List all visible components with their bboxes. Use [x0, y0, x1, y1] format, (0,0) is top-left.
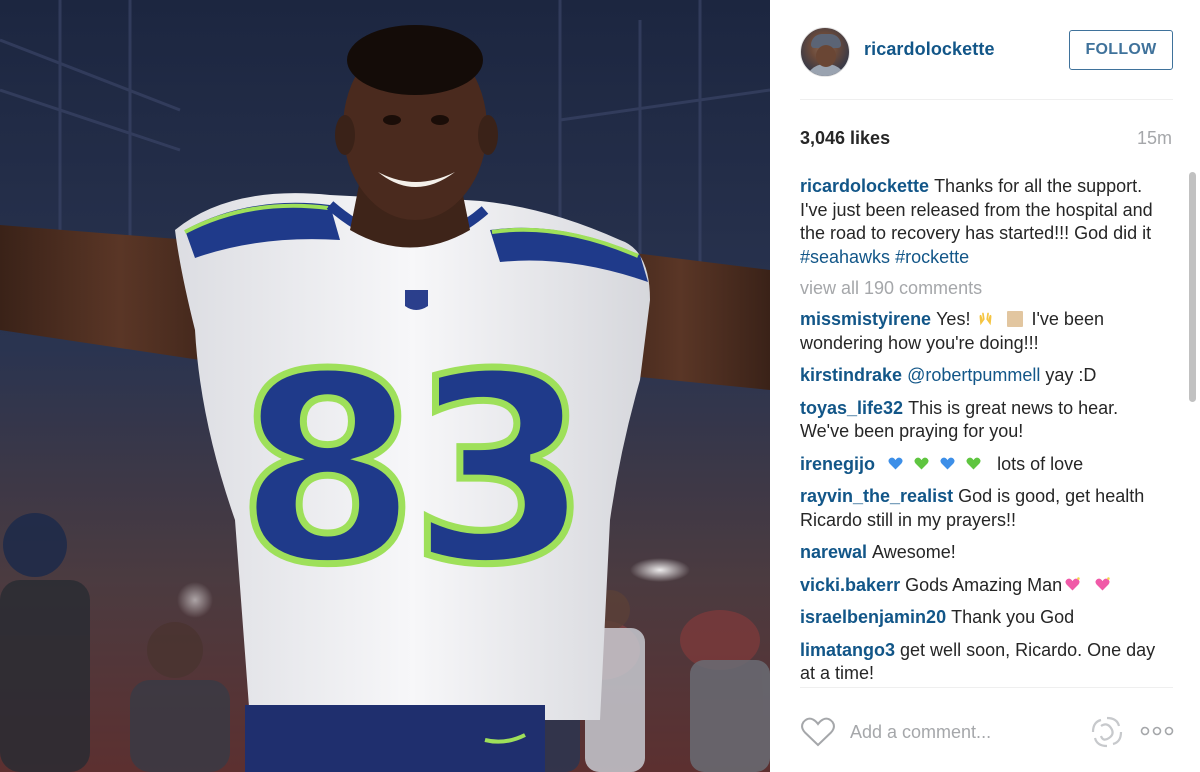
- post-detail-panel: ricardolockette FOLLOW 3,046 likes 15m r…: [770, 0, 1200, 772]
- follow-button[interactable]: FOLLOW: [1069, 30, 1173, 70]
- post-caption: ricardolockette Thanks for all the suppor…: [800, 175, 1164, 269]
- comment-text: Gods Amazing Man: [905, 574, 1063, 595]
- comment-bar: [800, 710, 1174, 754]
- post-timestamp[interactable]: 15m: [1137, 128, 1172, 149]
- comment-username[interactable]: narewal: [800, 542, 867, 562]
- comment-username[interactable]: israelbenjamin20: [800, 607, 946, 627]
- likes-count[interactable]: 3,046 likes: [800, 128, 890, 149]
- comment-text: Yes!: [936, 309, 971, 329]
- green-heart-emoji: [914, 457, 929, 469]
- sparkling-heart-emoji: [1095, 576, 1110, 590]
- loader-icon: [1091, 716, 1123, 748]
- comment-username[interactable]: vicki.bakerr: [800, 575, 900, 595]
- comment-item: irenegijo lots of love: [800, 453, 1164, 477]
- comment-item: kirstindrake @robertpummell yay :D: [800, 364, 1164, 388]
- comment-username[interactable]: toyas_life32: [800, 398, 903, 418]
- comment-text: Thank you God: [951, 607, 1075, 627]
- avatar[interactable]: [800, 27, 850, 77]
- comment-username[interactable]: limatango3: [800, 640, 895, 660]
- comment-text: lots of love: [997, 453, 1084, 474]
- heart-icon[interactable]: [800, 716, 836, 748]
- comment-text: Awesome!: [872, 542, 956, 562]
- divider: [800, 687, 1173, 688]
- comment-item: israelbenjamin20 Thank you God: [800, 606, 1164, 630]
- post-photo: 83: [0, 0, 770, 772]
- jersey-number: 83: [237, 320, 583, 622]
- view-all-comments-link[interactable]: view all 190 comments: [800, 277, 1164, 300]
- comment-username[interactable]: irenegijo: [800, 454, 875, 474]
- comment-username[interactable]: rayvin_the_realist: [800, 486, 953, 506]
- caption-username[interactable]: ricardolockette: [800, 176, 929, 196]
- post-header: ricardolockette FOLLOW: [800, 25, 1173, 100]
- more-options-icon[interactable]: [1140, 724, 1174, 738]
- scrollbar-thumb[interactable]: [1189, 172, 1196, 402]
- comment-item: vicki.bakerr Gods Amazing Man: [800, 574, 1164, 598]
- post-username[interactable]: ricardolockette: [864, 39, 995, 60]
- sparkling-heart-emoji: [1065, 576, 1080, 590]
- comment-text: yay :D: [1045, 365, 1097, 385]
- comment-item: narewal Awesome!: [800, 541, 1164, 565]
- blue-heart-emoji: [940, 457, 955, 469]
- skin-tone-swatch-icon: [1007, 311, 1024, 327]
- raised-hands-emoji: [980, 312, 992, 326]
- blue-heart-emoji: [888, 457, 903, 469]
- comments-scrollbar[interactable]: [1188, 172, 1197, 687]
- hashtag-link[interactable]: #rockette: [895, 247, 969, 267]
- mention-link[interactable]: @robertpummell: [907, 365, 1040, 385]
- hashtag-link[interactable]: #seahawks: [800, 247, 890, 267]
- comment-item: limatango3 get well soon, Ricardo. One da…: [800, 639, 1164, 686]
- comments-list: ricardolockette Thanks for all the suppor…: [800, 175, 1164, 687]
- green-heart-emoji: [966, 457, 981, 469]
- comment-item: rayvin_the_realist God is good, get healt…: [800, 485, 1164, 532]
- comment-input[interactable]: [850, 714, 1080, 750]
- comment-username[interactable]: kirstindrake: [800, 365, 902, 385]
- comment-item: missmistyirene Yes! I've been wondering h…: [800, 308, 1164, 355]
- comment-username[interactable]: missmistyirene: [800, 309, 931, 329]
- comment-item: toyas_life32 This is great news to hear. …: [800, 397, 1164, 444]
